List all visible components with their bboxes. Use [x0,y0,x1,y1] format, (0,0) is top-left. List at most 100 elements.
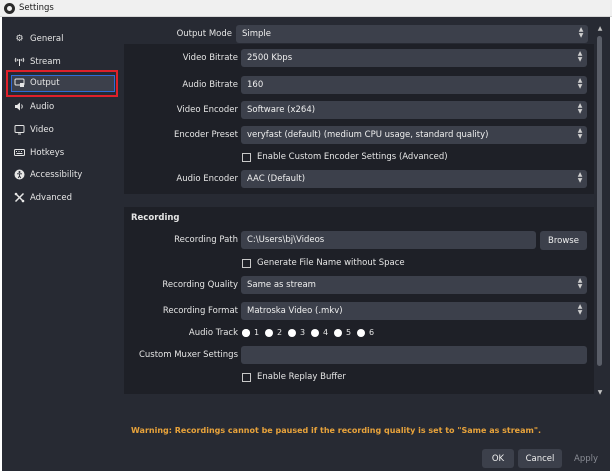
scroll-up-icon[interactable]: ▲ [596,25,604,33]
sidebar-item-label: General [30,33,64,44]
audio-encoder-label: Audio Encoder [176,174,238,184]
checkbox-box[interactable] [242,258,251,268]
browse-button[interactable]: Browse [540,231,587,250]
sidebar-item-label: Accessibility [30,169,83,180]
updown-icon: ▲ ▼ [577,77,583,90]
updown-icon: ▲ ▼ [577,171,583,184]
sidebar-item-label: Audio [30,101,55,112]
recording-path-value: C:\Users\bj\Videos [247,235,325,245]
custom-encoder-checkbox[interactable]: Enable Custom Encoder Settings (Advanced… [242,152,448,162]
video-encoder-label: Video Encoder [176,105,238,115]
audio-track-5[interactable]: 5 [334,328,351,337]
sidebar-item-hotkeys[interactable]: Hotkeys [8,142,114,163]
audio-track-6[interactable]: 6 [357,328,374,337]
radio-dot[interactable] [288,328,296,337]
updown-icon: ▲ ▼ [577,102,583,115]
updown-icon: ▲ ▼ [577,127,583,140]
output-mode-value: Simple [242,29,272,39]
sidebar-item-label: Stream [30,56,61,67]
sidebar-item-general[interactable]: ⚙ General [8,28,114,49]
radio-dot[interactable] [311,328,319,337]
monitor-icon [14,124,25,135]
sidebar-item-video[interactable]: Video [8,119,114,140]
ok-button[interactable]: OK [482,449,514,468]
custom-muxer-input[interactable] [241,346,587,364]
audio-track-number: 1 [254,328,260,337]
audio-track-number: 6 [369,328,375,337]
speaker-icon [14,101,25,112]
replay-buffer-checkbox[interactable]: Enable Replay Buffer [242,372,346,382]
gen-filename-label: Generate File Name without Space [257,258,405,268]
audio-track-1[interactable]: 1 [242,328,259,337]
warning-text: Warning: Recordings cannot be paused if … [131,426,542,435]
checkbox-box[interactable] [242,372,251,382]
audio-track-number: 3 [300,328,306,337]
sidebar-item-label: Hotkeys [30,147,65,158]
radio-dot[interactable] [265,328,273,337]
output-mode-label: Output Mode [176,29,232,39]
selection-outline [6,70,118,97]
audio-track-number: 4 [323,328,329,337]
tools-icon [14,192,25,203]
audio-bitrate-value: 160 [247,80,264,90]
audio-track-number: 2 [277,328,283,337]
gen-filename-checkbox[interactable]: Generate File Name without Space [242,258,405,268]
audio-track-number: 5 [346,328,352,337]
window-title: Settings [19,3,54,13]
encoder-preset-select[interactable]: veryfast (default) (medium CPU usage, st… [241,126,587,144]
sidebar-item-stream[interactable]: Stream [8,51,114,72]
sidebar-item-audio[interactable]: Audio [8,96,114,117]
scroll-down-icon[interactable]: ▼ [596,389,604,397]
updown-icon: ▲ ▼ [577,277,583,290]
custom-muxer-label: Custom Muxer Settings [138,350,238,360]
video-bitrate-spinbox[interactable]: 2500 Kbps ▲ ▼ [241,49,587,67]
recording-heading: Recording [131,213,180,223]
sidebar-item-accessibility[interactable]: Accessibility [8,164,114,185]
audio-track-4[interactable]: 4 [311,328,328,337]
updown-icon: ▲ ▼ [578,26,584,39]
title-bar: Settings [0,0,612,17]
obs-logo-icon [4,3,15,14]
replay-buffer-label: Enable Replay Buffer [257,372,346,382]
encoder-preset-value: veryfast (default) (medium CPU usage, st… [247,130,489,140]
recording-quality-value: Same as stream [247,280,316,290]
apply-button[interactable]: Apply [566,449,606,468]
sidebar-item-label: Advanced [30,192,72,203]
recording-path-label: Recording Path [174,235,238,245]
video-encoder-select[interactable]: Software (x264) ▲ ▼ [241,101,587,119]
custom-encoder-label: Enable Custom Encoder Settings (Advanced… [257,152,448,162]
audio-track-3[interactable]: 3 [288,328,305,337]
updown-icon: ▲ ▼ [577,303,583,316]
recording-quality-select[interactable]: Same as stream ▲ ▼ [241,276,587,294]
audio-encoder-value: AAC (Default) [247,174,306,184]
video-encoder-value: Software (x264) [247,105,316,115]
output-mode-select[interactable]: Simple ▲ ▼ [236,25,588,43]
radio-dot[interactable] [357,328,365,337]
recording-quality-label: Recording Quality [162,280,238,290]
audio-encoder-select[interactable]: AAC (Default) ▲ ▼ [241,170,587,188]
checkbox-box[interactable] [242,152,251,162]
scrollbar-thumb[interactable] [597,36,602,366]
recording-path-input[interactable]: C:\Users\bj\Videos [241,231,536,249]
video-bitrate-value: 2500 Kbps [247,53,293,63]
sidebar-item-advanced[interactable]: Advanced [8,187,114,208]
audio-bitrate-select[interactable]: 160 ▲ ▼ [241,76,587,94]
radio-dot[interactable] [334,328,342,337]
recording-format-select[interactable]: Matroska Video (.mkv) ▲ ▼ [241,302,587,320]
video-bitrate-label: Video Bitrate [182,53,238,63]
antenna-icon [14,56,25,67]
radio-dot[interactable] [242,328,250,337]
keyboard-icon [14,147,25,158]
recording-format-label: Recording Format [162,306,238,316]
audio-bitrate-label: Audio Bitrate [182,80,238,90]
updown-icon: ▲ ▼ [577,50,583,63]
audio-track-label: Audio Track [188,328,238,338]
encoder-preset-label: Encoder Preset [174,130,238,140]
accessibility-icon [14,169,25,180]
audio-track-2[interactable]: 2 [265,328,282,337]
sidebar-item-label: Video [30,124,54,135]
gear-icon: ⚙ [15,33,24,44]
cancel-button[interactable]: Cancel [518,449,562,468]
settings-scrollbar[interactable]: ▲ ▼ [594,22,606,402]
recording-format-value: Matroska Video (.mkv) [247,306,343,316]
